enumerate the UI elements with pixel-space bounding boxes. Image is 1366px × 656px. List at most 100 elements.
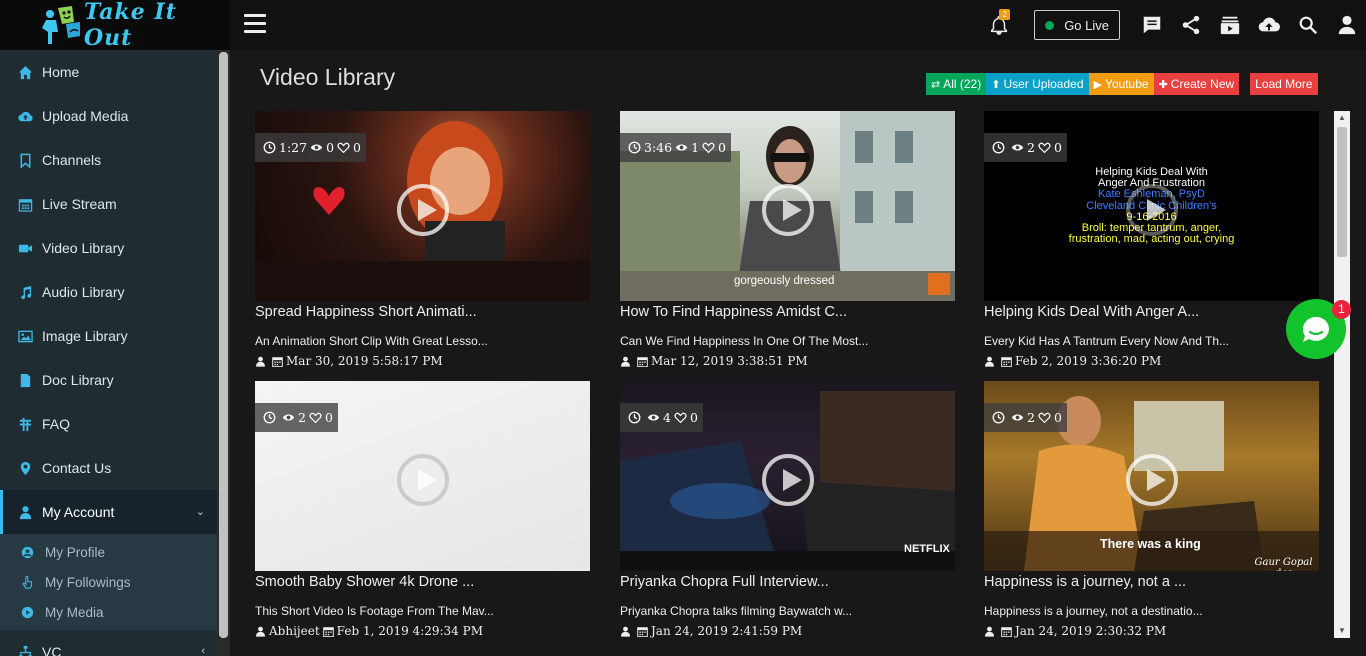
- sidebar-subitem-label: My Media: [45, 604, 104, 620]
- sidebar-item-home[interactable]: Home: [0, 50, 217, 94]
- video-meta: Mar 12, 2019 3:38:51 PM: [620, 354, 955, 368]
- video-thumbnail[interactable]: 2 0: [255, 381, 590, 571]
- video-title[interactable]: Spread Happiness Short Animati...: [255, 304, 590, 324]
- logo-mark-icon: [36, 2, 88, 48]
- play-icon[interactable]: [762, 454, 814, 506]
- calendar-icon: [637, 626, 648, 637]
- video-date: Feb 1, 2019 4:29:34 PM: [336, 624, 483, 638]
- sidebar-item-live-stream[interactable]: Live Stream: [0, 182, 217, 226]
- sidebar-subitem-label: My Followings: [45, 574, 131, 590]
- filter-user-uploaded-button[interactable]: ⬆ User Uploaded: [986, 73, 1089, 95]
- sidebar-item-label: Channels: [42, 152, 102, 168]
- sidebar-item-audio-library[interactable]: Audio Library: [0, 270, 217, 314]
- scroll-up-arrow-icon[interactable]: ▲: [1334, 111, 1350, 125]
- search-icon[interactable]: [1288, 0, 1327, 50]
- sidebar-item-upload-media[interactable]: Upload Media: [0, 94, 217, 138]
- main-scrollbar[interactable]: ▲ ▼: [1334, 111, 1350, 638]
- play-icon[interactable]: [397, 454, 449, 506]
- video-card[interactable]: 1:27 0 0 Spread Happiness Short Animati.…: [255, 111, 590, 373]
- video-caption: gorgeously dressed: [734, 275, 835, 287]
- sidebar-subitem-my-profile[interactable]: My Profile: [0, 537, 217, 567]
- calendar-icon: [1001, 356, 1012, 367]
- video-card[interactable]: gorgeously dressed 3:46 1 0 How To Find …: [620, 111, 955, 373]
- user-icon: [985, 356, 994, 367]
- sidebar-scrollbar-thumb[interactable]: [219, 52, 228, 638]
- top-icons: 2 Go Live: [979, 0, 1366, 50]
- video-title[interactable]: Helping Kids Deal With Anger A...: [984, 304, 1319, 324]
- upload-cloud-icon[interactable]: [1249, 0, 1288, 50]
- user-icon: [985, 626, 994, 637]
- scroll-down-arrow-icon[interactable]: ▼: [1334, 624, 1350, 638]
- video-author: Abhijeet: [269, 624, 320, 638]
- heart-icon: [309, 412, 322, 424]
- music-icon: [17, 284, 33, 300]
- video-thumbnail[interactable]: NETFLIX 4 0: [620, 381, 955, 571]
- video-views: 0: [326, 140, 335, 155]
- sidebar-item-faq[interactable]: FAQ: [0, 402, 217, 446]
- play-icon[interactable]: [1126, 454, 1178, 506]
- logo-text: Take It Out: [84, 0, 177, 51]
- user-icon[interactable]: [1327, 0, 1366, 50]
- clock-icon: [263, 411, 276, 424]
- live-dot-icon: [1045, 20, 1055, 30]
- video-title[interactable]: Smooth Baby Shower 4k Drone ...: [255, 574, 590, 594]
- bell-icon[interactable]: 2: [979, 0, 1018, 50]
- video-date: Jan 24, 2019 2:30:32 PM: [1015, 624, 1167, 638]
- sidebar-scrollbar[interactable]: [217, 50, 230, 656]
- clock-icon: [263, 141, 276, 154]
- filter-youtube-button[interactable]: ▶ Youtube: [1088, 73, 1154, 95]
- load-more-button[interactable]: Load More: [1250, 73, 1318, 95]
- video-card[interactable]: There was a king Gaur Gopal das 2 0 Happ…: [984, 381, 1319, 643]
- video-card[interactable]: 2 0 Smooth Baby Shower 4k Drone ... This…: [255, 381, 590, 643]
- go-live-button[interactable]: Go Live: [1034, 10, 1120, 40]
- sidebar-item-doc-library[interactable]: Doc Library: [0, 358, 217, 402]
- sidebar-item-label: Video Library: [42, 240, 125, 256]
- play-icon[interactable]: [397, 184, 449, 236]
- video-likes: 0: [718, 140, 726, 155]
- logo[interactable]: Take It Out: [0, 0, 230, 51]
- play-icon[interactable]: [1126, 184, 1178, 236]
- video-thumbnail[interactable]: gorgeously dressed 3:46 1 0: [620, 111, 955, 301]
- sidebar-subitem-my-followings[interactable]: My Followings: [0, 567, 217, 597]
- plus-icon: ✚: [1158, 78, 1168, 91]
- filter-all-button[interactable]: ⇄ All (22): [926, 73, 987, 95]
- sidebar-subitem-my-media[interactable]: My Media: [0, 597, 217, 627]
- sidebar-item-contact-us[interactable]: Contact Us: [0, 446, 217, 490]
- video-title[interactable]: Priyanka Chopra Full Interview...: [620, 574, 955, 594]
- video-thumbnail[interactable]: Helping Kids Deal With Anger And Frustra…: [984, 111, 1319, 301]
- create-new-label: Create New: [1170, 77, 1235, 91]
- video-thumbnail[interactable]: 1:27 0 0: [255, 111, 590, 301]
- video-title[interactable]: Happiness is a journey, not a ...: [984, 574, 1319, 594]
- sidebar-item-video-library[interactable]: Video Library: [0, 226, 217, 270]
- video-card[interactable]: NETFLIX 4 0 Priyanka Chopra Full Intervi…: [620, 381, 955, 643]
- share-icon[interactable]: [1171, 0, 1210, 50]
- video-meta: Jan 24, 2019 2:41:59 PM: [620, 624, 955, 638]
- video-card[interactable]: Helping Kids Deal With Anger And Frustra…: [984, 111, 1319, 373]
- video-thumbnail[interactable]: There was a king Gaur Gopal das 2 0: [984, 381, 1319, 571]
- calendar-icon: [322, 626, 334, 637]
- sidebar-item-vc[interactable]: VC ‹: [0, 630, 217, 656]
- eye-icon: [675, 144, 688, 151]
- sidebar-item-label: VC: [42, 644, 62, 656]
- chat-icon[interactable]: [1132, 0, 1171, 50]
- video-caption: There was a king: [1100, 537, 1201, 551]
- cloud-upload-icon: [17, 108, 33, 124]
- main-scrollbar-thumb[interactable]: [1337, 127, 1347, 257]
- video-meta: Abhijeet Feb 1, 2019 4:29:34 PM: [255, 624, 590, 638]
- clock-icon: [992, 411, 1005, 424]
- eye-icon: [647, 414, 660, 421]
- sidebar-item-label: Audio Library: [42, 284, 125, 300]
- video-title[interactable]: How To Find Happiness Amidst C...: [620, 304, 955, 324]
- play-icon[interactable]: [762, 184, 814, 236]
- hand-pointer-icon: [20, 575, 35, 590]
- sidebar-item-my-account[interactable]: My Account ⌄: [0, 490, 217, 534]
- video-date: Mar 12, 2019 3:38:51 PM: [651, 354, 808, 368]
- sidebar-item-channels[interactable]: Channels: [0, 138, 217, 182]
- media-icon[interactable]: [1210, 0, 1249, 50]
- signature-text: Gaur Gopal das: [1254, 557, 1313, 571]
- create-new-button[interactable]: ✚ Create New: [1153, 73, 1240, 95]
- video-description: Every Kid Has A Tantrum Every Now And Th…: [984, 334, 1229, 348]
- menu-toggle-icon[interactable]: [244, 14, 266, 34]
- video-views: 2: [1027, 410, 1035, 425]
- sidebar-item-image-library[interactable]: Image Library: [0, 314, 217, 358]
